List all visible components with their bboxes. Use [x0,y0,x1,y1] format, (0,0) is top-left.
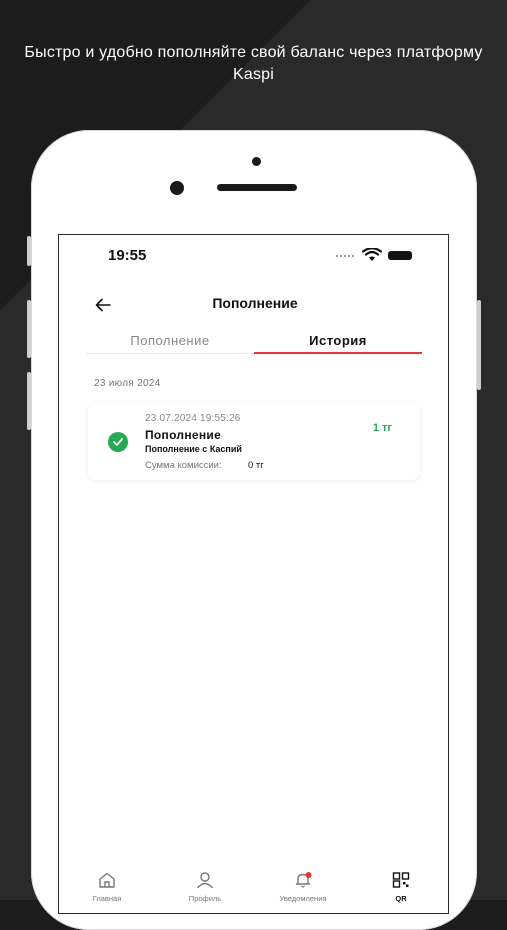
qr-icon [392,872,410,888]
transaction-fee-value: 0 тг [248,460,264,471]
nav-profile[interactable]: Профиль [175,872,235,903]
tab-underline [86,353,254,354]
status-time: 19:55 [108,247,147,264]
battery-icon [388,251,412,260]
promo-text: Быстро и удобно пополняйте свой баланс ч… [0,42,507,86]
nav-qr[interactable]: QR [371,872,431,903]
transaction-title: Пополнение [145,428,222,442]
phone-power-button [477,300,481,390]
back-button[interactable] [86,290,120,320]
transaction-amount: 1 тг [372,422,392,434]
signal-dots-icon [336,255,354,259]
page-title: Пополнение [212,295,298,311]
history-date-header: 23 июля 2024 [94,378,161,389]
user-icon [196,872,214,889]
promo-line-2: Kaspi [232,66,275,83]
check-circle-icon [108,432,128,452]
transaction-fee-label: Сумма комиссии: [145,460,222,471]
promo-line-1: Быстро и удобно пополняйте свой баланс ч… [24,44,483,61]
front-camera [170,181,184,195]
transaction-datetime: 23.07.2024 19:55:26 [145,413,241,424]
nav-qr-label: QR [395,894,407,903]
nav-notifications-label: Уведомления [279,894,327,903]
transaction-subtitle: Пополнение с Каспий [145,444,242,454]
tab-history[interactable]: История [254,333,422,348]
nav-home[interactable]: Главная [77,872,137,903]
tab-topup[interactable]: Пополнение [86,333,254,348]
nav-home-label: Главная [92,894,122,903]
earpiece-speaker [217,184,297,191]
arrow-left-icon [95,298,111,312]
nav-notifications[interactable]: Уведомления [273,872,333,903]
tab-active-indicator [254,352,422,354]
nav-profile-label: Профиль [188,894,222,903]
transaction-card[interactable]: 23.07.2024 19:55:26 Пополнение Пополнени… [88,402,420,480]
home-icon [99,872,115,888]
proximity-sensor [252,157,261,166]
bell-icon [295,872,312,888]
wifi-icon [362,248,382,261]
